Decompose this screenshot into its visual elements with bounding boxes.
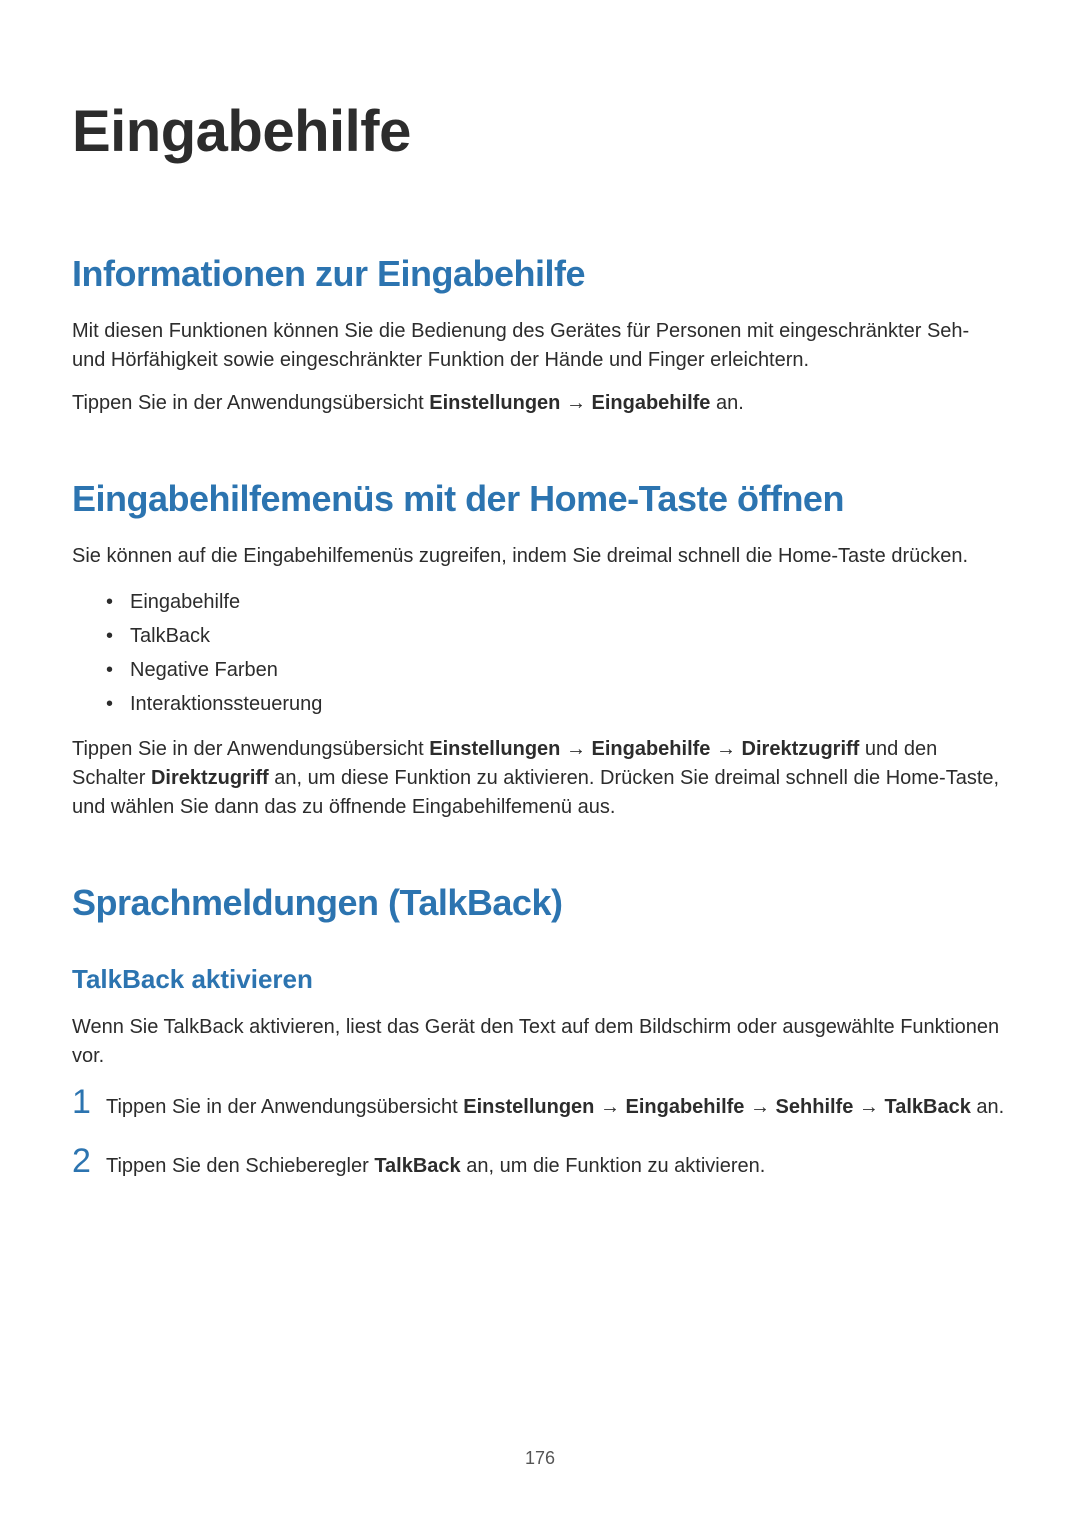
section-home-key: Eingabehilfemenüs mit der Home-Taste öff… (72, 478, 1008, 822)
section-talkback-heading: Sprachmeldungen (TalkBack) (72, 882, 1008, 924)
page-title: Eingabehilfe (72, 98, 1008, 165)
text-fragment: Tippen Sie in der Anwendungsübersicht (72, 738, 429, 760)
section-home-key-heading: Eingabehilfemenüs mit der Home-Taste öff… (72, 478, 1008, 520)
step-text: Tippen Sie in der Anwendungsübersicht Ei… (106, 1085, 1004, 1122)
bold-label-direct: Direktzugriff (742, 738, 860, 760)
bold-label-settings: Einstellungen (429, 392, 560, 414)
bold-label-accessibility: Eingabehilfe (626, 1096, 745, 1118)
bold-label-accessibility: Eingabehilfe (592, 738, 711, 760)
step-item: 2 Tippen Sie den Schieberegler TalkBack … (72, 1144, 1008, 1181)
section-info-heading: Informationen zur Eingabehilfe (72, 253, 1008, 295)
section-home-key-p2: Tippen Sie in der Anwendungsübersicht Ei… (72, 735, 1008, 822)
arrow-glyph: → (594, 1096, 625, 1118)
list-item: TalkBack (112, 619, 1008, 653)
arrow-glyph: → (744, 1096, 775, 1118)
page-number: 176 (0, 1448, 1080, 1469)
subsection-talkback-enable-heading: TalkBack aktivieren (72, 964, 1008, 995)
section-home-key-p1: Sie können auf die Eingabehilfemenüs zug… (72, 542, 1008, 571)
step-number: 1 (72, 1085, 106, 1119)
text-fragment: an. (971, 1096, 1004, 1118)
text-fragment: an, um die Funktion zu aktivieren. (461, 1155, 766, 1177)
page-container: Eingabehilfe Informationen zur Eingabehi… (0, 0, 1080, 1527)
section-info-p2: Tippen Sie in der Anwendungsübersicht Ei… (72, 389, 1008, 418)
text-fragment: an. (710, 392, 743, 414)
bold-label-talkback: TalkBack (374, 1155, 460, 1177)
text-fragment: Tippen Sie den Schieberegler (106, 1155, 374, 1177)
bold-label-vision: Sehhilfe (776, 1096, 854, 1118)
bold-label-direct: Direktzugriff (151, 767, 269, 789)
bold-label-talkback: TalkBack (884, 1096, 970, 1118)
arrow-glyph: → (853, 1096, 884, 1118)
list-item: Interaktionssteuerung (112, 687, 1008, 721)
step-text: Tippen Sie den Schieberegler TalkBack an… (106, 1144, 765, 1181)
section-talkback: Sprachmeldungen (TalkBack) TalkBack akti… (72, 882, 1008, 1181)
bold-label-accessibility: Eingabehilfe (592, 392, 711, 414)
numbered-steps: 1 Tippen Sie in der Anwendungsübersicht … (72, 1085, 1008, 1181)
arrow-glyph: → (560, 738, 591, 760)
bold-label-settings: Einstellungen (429, 738, 560, 760)
text-fragment: Tippen Sie in der Anwendungsübersicht (106, 1096, 463, 1118)
subsection-talkback-enable-p1: Wenn Sie TalkBack aktivieren, liest das … (72, 1013, 1008, 1071)
step-number: 2 (72, 1144, 106, 1178)
list-item: Negative Farben (112, 653, 1008, 687)
bullet-list: Eingabehilfe TalkBack Negative Farben In… (72, 585, 1008, 721)
arrow-glyph: → (710, 738, 741, 760)
list-item: Eingabehilfe (112, 585, 1008, 619)
section-info: Informationen zur Eingabehilfe Mit diese… (72, 253, 1008, 418)
bold-label-settings: Einstellungen (463, 1096, 594, 1118)
text-fragment: Tippen Sie in der Anwendungsübersicht (72, 392, 429, 414)
step-item: 1 Tippen Sie in der Anwendungsübersicht … (72, 1085, 1008, 1122)
section-info-p1: Mit diesen Funktionen können Sie die Bed… (72, 317, 1008, 375)
arrow-glyph: → (560, 392, 591, 414)
